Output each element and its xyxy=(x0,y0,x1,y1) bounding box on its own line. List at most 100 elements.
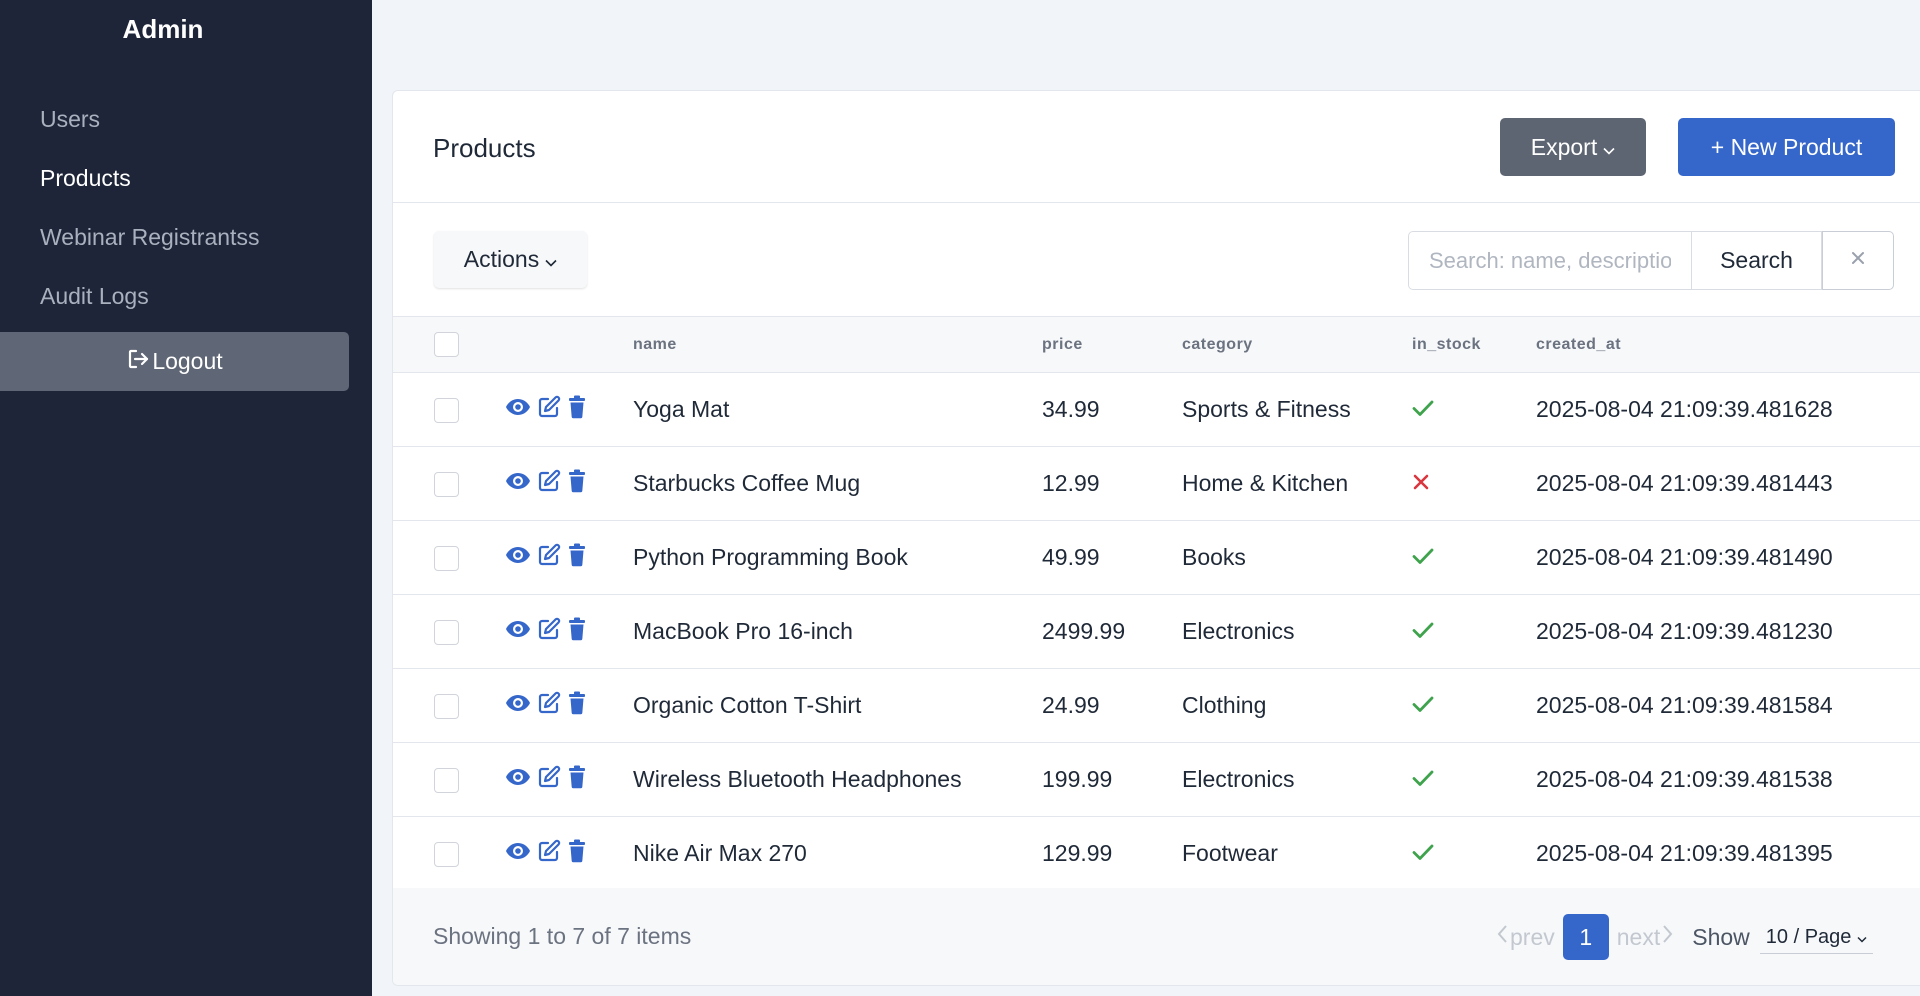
row-checkbox[interactable] xyxy=(434,620,459,646)
row-checkbox[interactable] xyxy=(434,546,459,572)
row-checkbox[interactable] xyxy=(434,768,459,794)
export-button[interactable]: Export xyxy=(1500,118,1646,176)
trash-icon[interactable] xyxy=(567,543,587,573)
actions-dropdown[interactable]: Actions xyxy=(434,231,587,288)
trash-icon[interactable] xyxy=(567,469,587,499)
table-row[interactable]: Wireless Bluetooth Headphones 199.99 Elect… xyxy=(393,743,1920,817)
search-button[interactable]: Search xyxy=(1692,231,1822,290)
logout-button[interactable]: Logout xyxy=(0,332,349,391)
check-icon xyxy=(1412,766,1434,792)
prev-page-button[interactable]: prev xyxy=(1496,923,1555,951)
cell-price: 49.99 xyxy=(1042,544,1100,570)
cell-name: Yoga Mat xyxy=(633,396,730,422)
cell-category: Footwear xyxy=(1182,840,1278,866)
sidebar-item-products[interactable]: Products xyxy=(0,158,372,217)
x-icon xyxy=(1412,470,1430,496)
cell-name: Organic Cotton T-Shirt xyxy=(633,692,862,718)
edit-icon[interactable] xyxy=(537,691,561,721)
show-label: Show xyxy=(1692,923,1750,950)
table-footer: Showing 1 to 7 of 7 items prev 1 next Sh… xyxy=(393,888,1920,985)
eye-icon[interactable] xyxy=(505,544,531,571)
row-checkbox[interactable] xyxy=(434,398,459,424)
cell-in-stock xyxy=(1412,521,1536,595)
next-label: next xyxy=(1616,923,1661,950)
edit-icon[interactable] xyxy=(537,395,561,425)
edit-icon[interactable] xyxy=(537,839,561,869)
cell-category: Home & Kitchen xyxy=(1182,470,1349,496)
trash-icon[interactable] xyxy=(567,765,587,795)
cell-category: Books xyxy=(1182,544,1246,570)
eye-icon[interactable] xyxy=(505,766,531,793)
page-button-current[interactable]: 1 xyxy=(1562,914,1609,960)
chevron-left-icon xyxy=(1496,923,1510,951)
products-card: Products Export + New Product Actions Se… xyxy=(392,90,1920,986)
chevron-down-icon xyxy=(1857,926,1867,949)
cell-in-stock xyxy=(1412,373,1536,447)
table-row[interactable]: Nike Air Max 270 129.99 Footwear 2025-08-04… xyxy=(393,817,1920,891)
eye-icon[interactable] xyxy=(505,396,531,423)
cell-category: Electronics xyxy=(1182,766,1295,792)
sidebar-item-webinar-registrants[interactable]: Webinar Registrantss xyxy=(0,217,372,276)
cell-name: MacBook Pro 16-inch xyxy=(633,618,853,644)
chevron-down-icon xyxy=(1603,134,1615,161)
actions-label: Actions xyxy=(463,246,540,272)
check-icon xyxy=(1412,618,1434,644)
check-icon xyxy=(1412,692,1434,718)
cell-created-at: 2025-08-04 21:09:39.481628 xyxy=(1536,396,1833,422)
eye-icon[interactable] xyxy=(505,470,531,497)
column-header-in-stock[interactable]: in_stock xyxy=(1412,317,1536,373)
trash-icon[interactable] xyxy=(567,839,587,869)
select-all-checkbox[interactable] xyxy=(434,332,459,357)
new-product-button[interactable]: + New Product xyxy=(1678,118,1895,176)
table-row[interactable]: Python Programming Book 49.99 Books 2025-08… xyxy=(393,521,1920,595)
trash-icon[interactable] xyxy=(567,395,587,425)
page-title: Products xyxy=(433,133,536,163)
row-checkbox[interactable] xyxy=(434,694,459,720)
cell-created-at: 2025-08-04 21:09:39.481538 xyxy=(1536,766,1833,792)
table-row[interactable]: MacBook Pro 16-inch 2499.99 Electronics 202… xyxy=(393,595,1920,669)
page-size-select[interactable]: 10 / Page xyxy=(1759,920,1874,954)
sidebar-item-audit-logs[interactable]: Audit Logs xyxy=(0,276,372,335)
edit-icon[interactable] xyxy=(537,765,561,795)
cell-created-at: 2025-08-04 21:09:39.481230 xyxy=(1536,618,1833,644)
brand-title: Admin xyxy=(122,14,204,44)
cell-name: Wireless Bluetooth Headphones xyxy=(633,766,962,792)
clear-search-button[interactable] xyxy=(1822,231,1894,290)
eye-icon[interactable] xyxy=(505,692,531,719)
cell-price: 24.99 xyxy=(1042,692,1100,718)
cell-created-at: 2025-08-04 21:09:39.481395 xyxy=(1536,840,1833,866)
eye-icon[interactable] xyxy=(505,618,531,645)
next-page-button[interactable]: next xyxy=(1617,923,1674,951)
edit-icon[interactable] xyxy=(537,469,561,499)
row-checkbox[interactable] xyxy=(434,842,459,868)
trash-icon[interactable] xyxy=(567,617,587,647)
cell-in-stock xyxy=(1412,817,1536,891)
products-table: name price category in_stock created_at … xyxy=(393,316,1920,891)
column-header-price[interactable]: price xyxy=(1042,317,1182,373)
pagination: prev 1 next Show 10 / Page xyxy=(1496,913,1874,961)
sign-out-icon xyxy=(126,347,152,377)
table-header-row: name price category in_stock created_at xyxy=(393,316,1920,373)
column-header-name[interactable]: name xyxy=(633,317,1042,373)
cell-price: 129.99 xyxy=(1042,840,1113,866)
cell-name: Starbucks Coffee Mug xyxy=(633,470,861,496)
table-row[interactable]: Starbucks Coffee Mug 12.99 Home & Kitchen 2… xyxy=(393,447,1920,521)
column-header-category[interactable]: category xyxy=(1182,317,1412,373)
edit-icon[interactable] xyxy=(537,543,561,573)
sidebar-item-users[interactable]: Users xyxy=(0,99,372,158)
chevron-right-icon xyxy=(1660,923,1674,951)
cell-in-stock xyxy=(1412,743,1536,817)
eye-icon[interactable] xyxy=(505,840,531,867)
trash-icon[interactable] xyxy=(567,691,587,721)
edit-icon[interactable] xyxy=(537,617,561,647)
row-checkbox[interactable] xyxy=(434,472,459,498)
column-header-created-at[interactable]: created_at xyxy=(1536,317,1920,373)
table-row[interactable]: Yoga Mat 34.99 Sports & Fitness 2025-08-04 … xyxy=(393,373,1920,447)
export-label: Export xyxy=(1530,133,1598,160)
cell-price: 12.99 xyxy=(1042,470,1100,496)
search-input[interactable] xyxy=(1408,231,1692,290)
logout-label: Logout xyxy=(152,348,223,374)
table-row[interactable]: Organic Cotton T-Shirt 24.99 Clothing 2025-… xyxy=(393,669,1920,743)
cell-category: Sports & Fitness xyxy=(1182,396,1351,422)
cell-in-stock xyxy=(1412,669,1536,743)
